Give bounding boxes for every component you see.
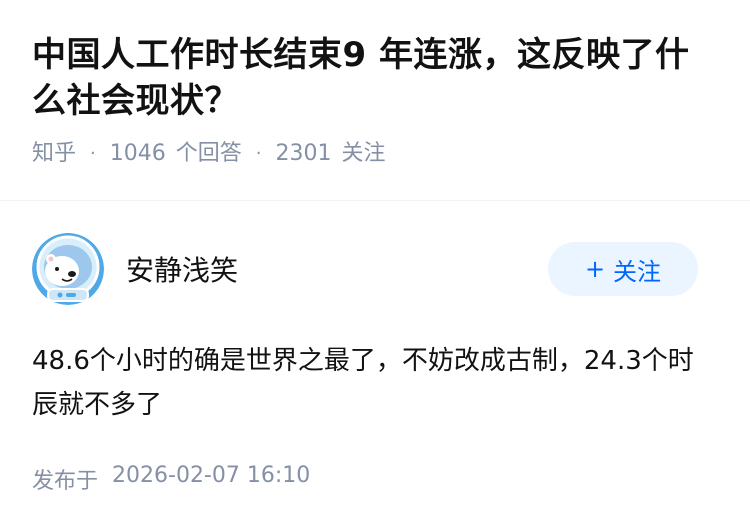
- question-header: 中国人工作时长结束9 年连涨，这反映了什么社会现状？ 知乎 · 1046 个回答…: [0, 0, 750, 168]
- publish-info: 发布于 2026-02-07 16:10: [32, 463, 718, 495]
- author-name[interactable]: 安静浅笑: [126, 249, 548, 289]
- plus-icon: +: [584, 255, 606, 283]
- author-avatar[interactable]: [32, 233, 104, 305]
- follow-button-label: 关注: [613, 257, 662, 286]
- followers-label: 关注: [341, 141, 386, 166]
- answers-count: 1046: [109, 141, 166, 166]
- answer-card: 安静浅笑 + 关注 48.6个小时的确是世界之最了，不妨改成古制，24.3个时辰…: [0, 233, 750, 495]
- source-label[interactable]: 知乎: [32, 140, 76, 168]
- publish-label: 发布于: [32, 469, 99, 494]
- answers-label[interactable]: 个回答: [176, 140, 242, 168]
- follow-button[interactable]: + 关注: [548, 242, 698, 296]
- section-divider: [0, 200, 750, 201]
- question-meta: 知乎 · 1046 个回答 · 2301 关注: [32, 140, 718, 168]
- author-row: 安静浅笑 + 关注: [32, 233, 718, 305]
- meta-separator: ·: [255, 143, 262, 164]
- meta-separator: ·: [90, 143, 96, 164]
- polar-bear-astronaut-avatar-icon: [32, 233, 104, 305]
- question-title[interactable]: 中国人工作时长结束9 年连涨，这反映了什么社会现状？: [32, 32, 718, 124]
- followers-count: 2301: [275, 141, 332, 166]
- answer-body[interactable]: 48.6个小时的确是世界之最了，不妨改成古制，24.3个时辰就不多了: [32, 339, 718, 427]
- publish-datetime: 2026-02-07 16:10: [112, 463, 311, 488]
